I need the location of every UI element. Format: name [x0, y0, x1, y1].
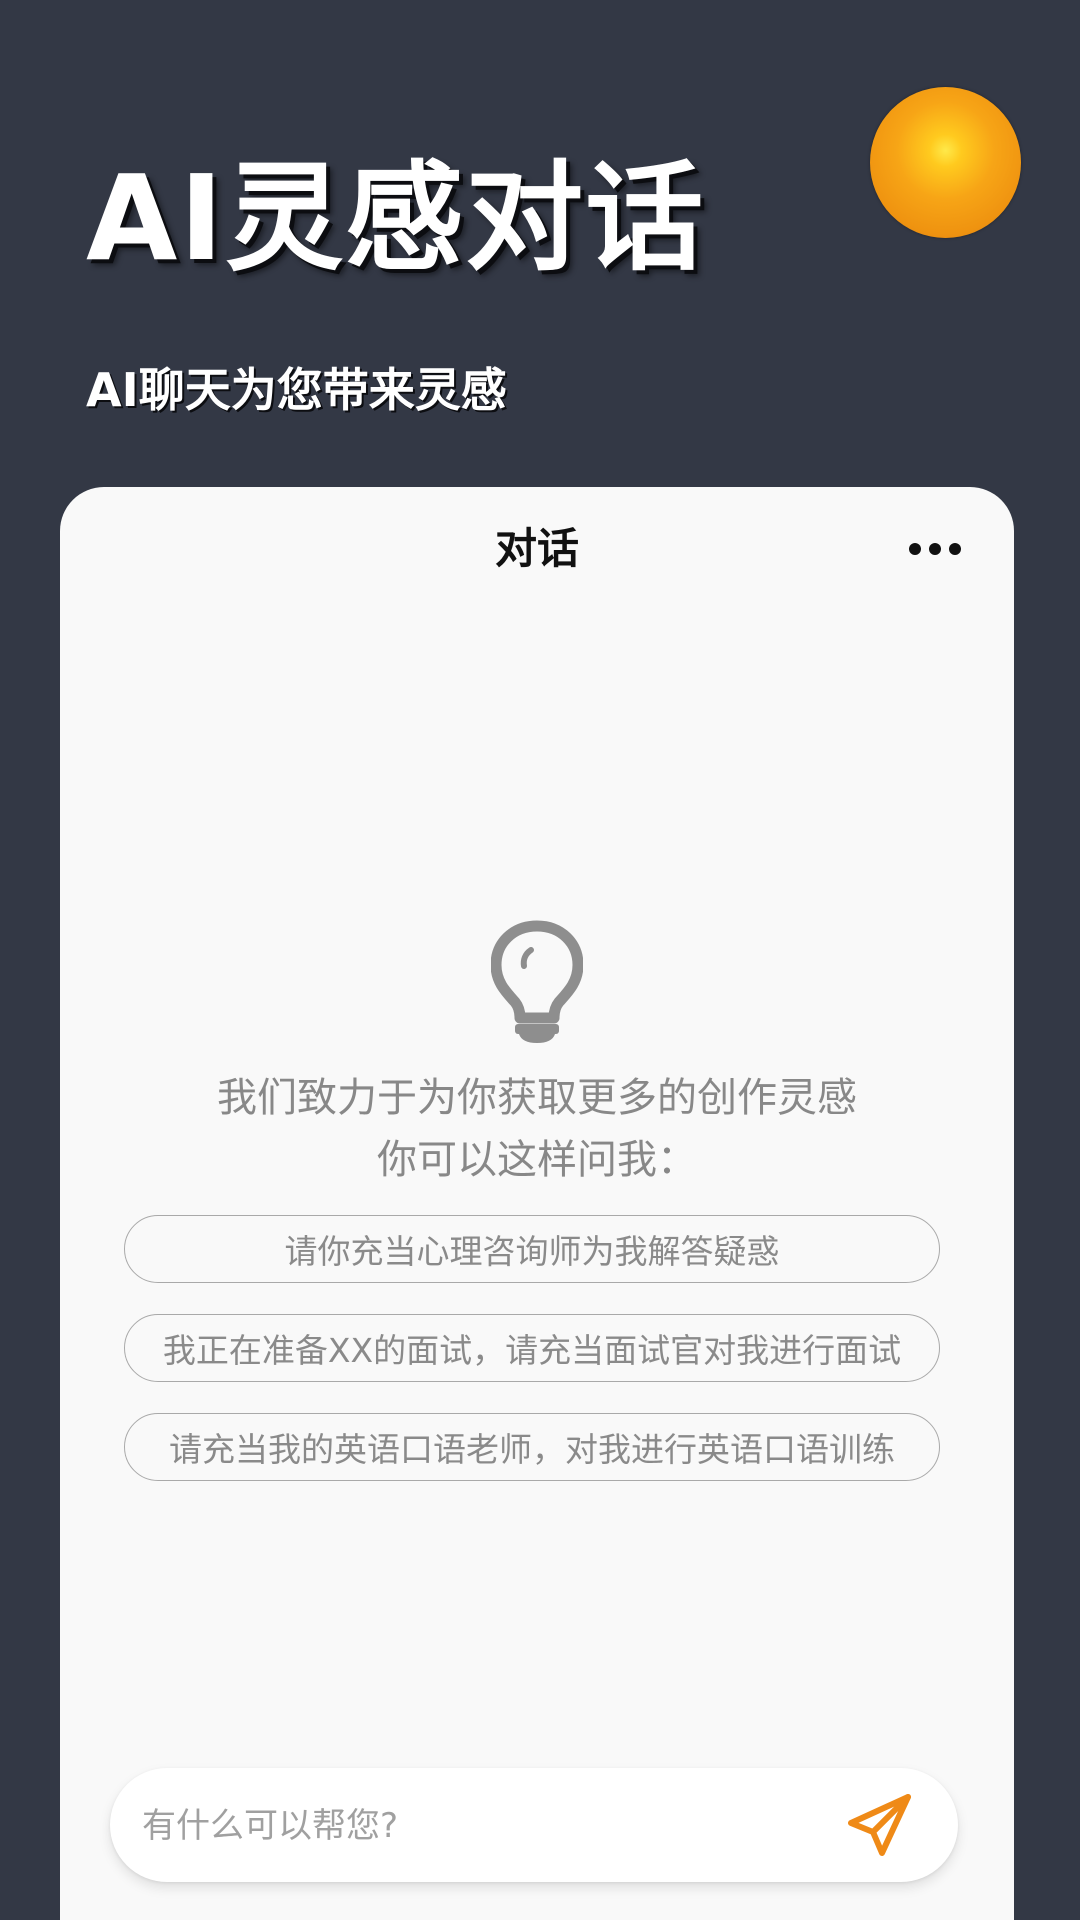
suggestion-chip[interactable]: 请充当我的英语口语老师，对我进行英语口语训练	[124, 1413, 940, 1481]
lightbulb-icon	[491, 920, 583, 1043]
more-horizontal-icon-dot	[949, 543, 961, 555]
message-input-bar	[110, 1768, 958, 1882]
suggestion-chip[interactable]: 我正在准备XX的面试，请充当面试官对我进行面试	[124, 1314, 940, 1382]
chat-title: 对话	[494, 524, 579, 573]
page-subtitle: AI聊天为您带来灵感	[86, 363, 507, 417]
more-horizontal-icon-dot	[929, 543, 941, 555]
more-horizontal-icon	[909, 543, 921, 555]
intro-text: 我们致力于为你获取更多的创作灵感 你可以这样问我：	[60, 1067, 1014, 1191]
chat-card: 对话 我们致力于为你获取更多的创作灵感 你可以这样问我： 请你充当心理咨询师为我…	[60, 487, 1014, 1920]
page-title: AI灵感对话	[86, 149, 706, 287]
more-options-button[interactable]	[900, 531, 970, 567]
suggestion-chip[interactable]: 请你充当心理咨询师为我解答疑惑	[124, 1215, 940, 1283]
intro-line-2: 你可以这样问我：	[377, 1137, 697, 1183]
intro-line-1: 我们致力于为你获取更多的创作灵感	[217, 1075, 857, 1121]
decorative-orb	[870, 87, 1021, 238]
send-paper-plane-icon[interactable]	[846, 1791, 914, 1859]
message-input[interactable]	[140, 1790, 784, 1862]
